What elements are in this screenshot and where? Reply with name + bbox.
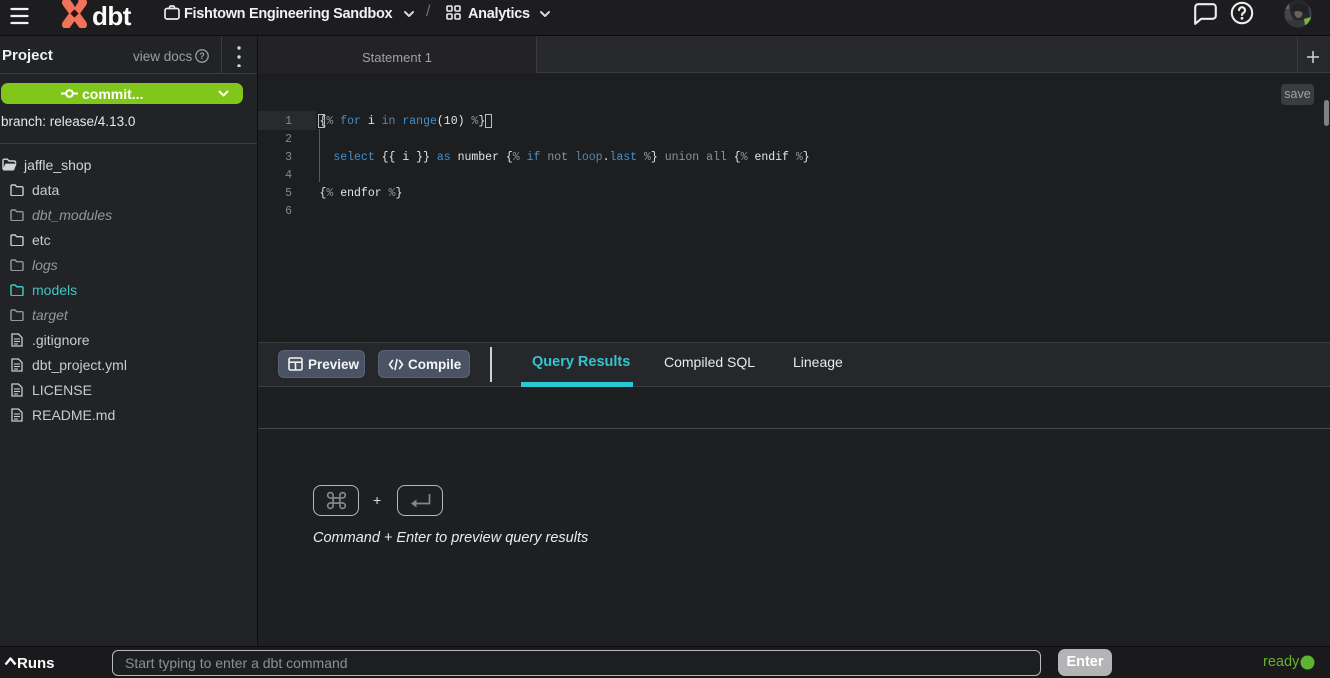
svg-text:?: ? (199, 51, 205, 61)
